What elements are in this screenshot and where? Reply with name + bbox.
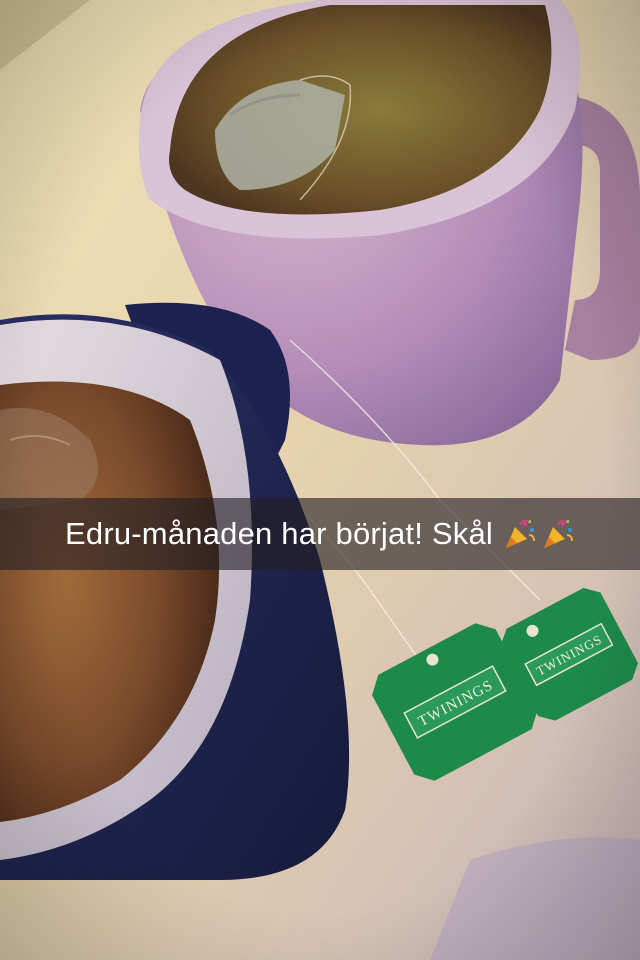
party-popper-icon	[505, 519, 535, 548]
snap-caption-text: Edru-månaden har börjat! Skål	[65, 516, 493, 551]
snap-caption-bar: Edru-månaden har börjat! Skål	[0, 498, 640, 570]
photo-background: TWININGS TWININGS	[0, 0, 640, 960]
party-popper-icon	[543, 519, 573, 548]
